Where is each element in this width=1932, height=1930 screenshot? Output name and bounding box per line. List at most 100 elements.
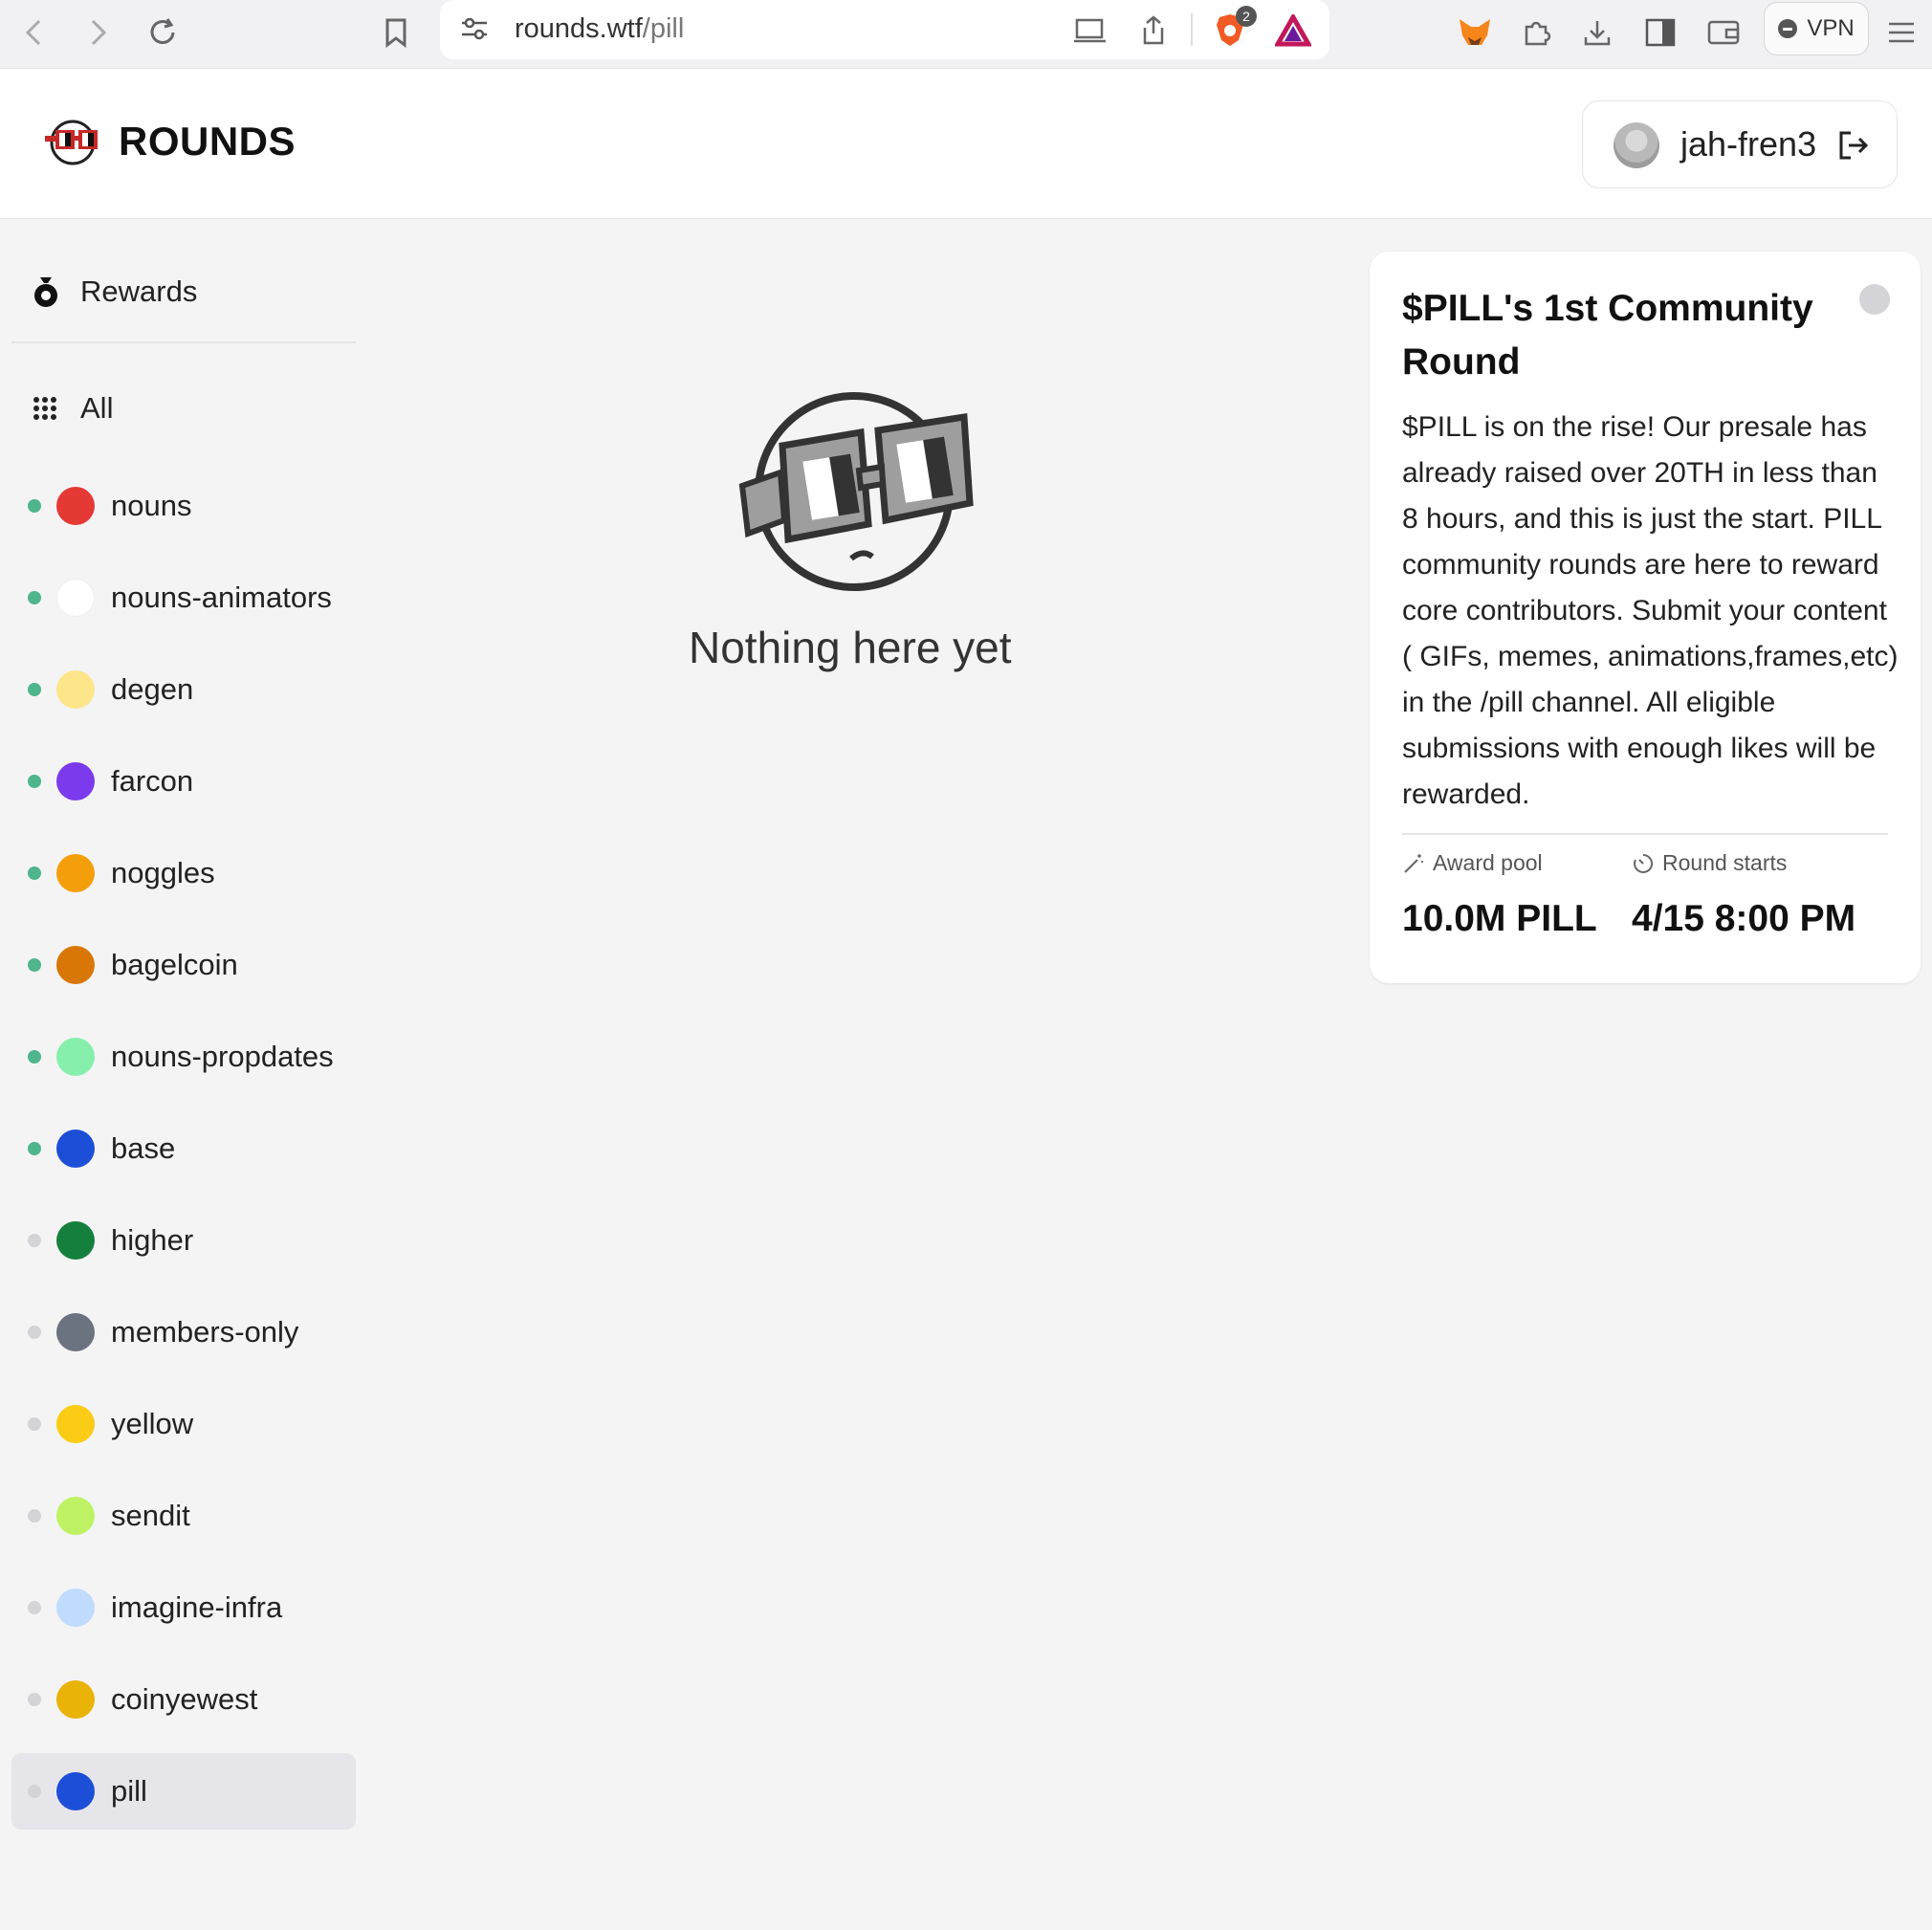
downloads-button[interactable] <box>1572 8 1622 57</box>
sidebar-item-imagine-infra[interactable]: imagine-infra <box>11 1569 356 1646</box>
status-dot <box>28 1050 41 1064</box>
status-dot <box>28 591 41 604</box>
back-button[interactable] <box>10 8 59 57</box>
sidebar-item-higher[interactable]: higher <box>11 1202 356 1279</box>
members-avatar-icon <box>56 1313 95 1351</box>
chevron-left-icon <box>25 19 41 46</box>
sidebar-item-nouns[interactable]: nouns <box>11 468 356 544</box>
address-bar[interactable]: rounds.wtf/pill 2 <box>440 0 1329 59</box>
sidebar-item-degen[interactable]: degen <box>11 651 356 728</box>
sidebar-item-pill[interactable]: pill <box>11 1753 356 1830</box>
sidebar-item-label: nouns-propdates <box>111 1040 334 1073</box>
card-divider <box>1402 833 1888 835</box>
shield-badge: 2 <box>1236 6 1257 27</box>
sidebar-item-label: nouns-animators <box>111 581 332 614</box>
award-pool-label: Award pool <box>1402 850 1543 876</box>
yellow-circle-icon <box>56 1405 95 1443</box>
sidebar-item-sendit[interactable]: sendit <box>11 1478 356 1554</box>
noggles-coin-icon <box>56 854 95 892</box>
sidebar-item-label: coinyewest <box>111 1682 258 1716</box>
status-dot <box>28 958 41 972</box>
sidebar-item-label: bagelcoin <box>111 948 238 981</box>
status-dot <box>28 1326 41 1339</box>
magic-wand-icon <box>1404 853 1423 873</box>
sidebar-item-coinyewest[interactable]: coinyewest <box>11 1661 356 1738</box>
sidebar-toggle-button[interactable] <box>1636 8 1685 57</box>
money-bag-icon <box>34 277 57 307</box>
status-dot <box>28 866 41 880</box>
sidebar-item-all[interactable]: All <box>33 391 113 426</box>
status-dot <box>28 1142 41 1155</box>
round-title: $PILL's 1st Community Round <box>1402 288 1813 383</box>
sidebar-item-label: farcon <box>111 764 194 798</box>
app-header: ROUNDS jah-fren3 <box>0 69 1932 219</box>
award-pool-label-text: Award pool <box>1433 850 1543 875</box>
user-account-button[interactable]: jah-fren3 <box>1582 100 1898 188</box>
menu-button[interactable] <box>1877 8 1926 57</box>
degen-hat-icon <box>56 670 95 709</box>
wallet-button[interactable] <box>1699 8 1748 57</box>
empty-state-message: Nothing here yet <box>689 623 1012 672</box>
url-path: /pill <box>642 13 685 44</box>
sidebar-panel-icon <box>1645 18 1676 47</box>
round-card[interactable]: $PILL's 1st Community Round $PILL is on … <box>1370 252 1921 983</box>
arrow-up-icon <box>56 1221 95 1260</box>
user-avatar <box>1614 122 1659 168</box>
rounds-logo[interactable] <box>42 119 103 166</box>
status-dot <box>28 1785 41 1798</box>
url-domain: rounds.wtf <box>515 13 643 44</box>
brave-rewards-icon[interactable] <box>1274 11 1312 50</box>
sidebar-item-label: Rewards <box>80 274 198 308</box>
wallet-icon <box>1707 20 1740 45</box>
base-circle-icon <box>56 1129 95 1168</box>
round-starts-label-text: Round starts <box>1662 850 1788 875</box>
reload-button[interactable] <box>138 8 187 57</box>
noggles-red-icon <box>56 487 95 525</box>
grid-icon <box>33 397 56 420</box>
sidebar-item-label: yellow <box>111 1407 194 1440</box>
sidebar-item-nouns-animators[interactable]: nouns-animators <box>11 559 356 636</box>
timer-icon <box>1634 853 1654 873</box>
sidebar-item-farcon[interactable]: farcon <box>11 743 356 820</box>
sidebar-item-label: pill <box>111 1774 147 1808</box>
brave-shield-icon[interactable]: 2 <box>1211 6 1257 50</box>
sidebar-item-nouns-propdates[interactable]: nouns-propdates <box>11 1019 356 1095</box>
round-starts-label: Round starts <box>1632 850 1787 876</box>
sidebar-item-bagelcoin[interactable]: bagelcoin <box>11 927 356 1003</box>
sidebar-item-label: noggles <box>111 856 215 889</box>
status-dot <box>28 499 41 513</box>
nouns-animators-logo-icon <box>56 579 95 617</box>
url-text[interactable]: rounds.wtf/pill <box>515 13 684 45</box>
vpn-status-icon <box>1778 19 1798 38</box>
status-dot <box>28 1693 41 1706</box>
site-settings-icon[interactable] <box>459 13 490 44</box>
sidebar: Rewards All nouns nouns-animators degen far… <box>11 219 356 1930</box>
bookmark-button[interactable] <box>371 8 421 57</box>
username: jah-fren3 <box>1680 124 1817 164</box>
sidebar-item-label: All <box>80 391 114 425</box>
round-description: $PILL is on the rise! Our presale has al… <box>1402 411 1899 810</box>
sidebar-item-label: degen <box>111 672 194 706</box>
extensions-button[interactable] <box>1511 8 1561 57</box>
vpn-label: VPN <box>1807 15 1855 41</box>
vpn-button[interactable]: VPN <box>1764 2 1869 55</box>
sidebar-item-rewards[interactable]: Rewards <box>31 269 197 315</box>
status-dot <box>28 683 41 696</box>
metamask-extension-button[interactable] <box>1450 8 1500 57</box>
sidebar-item-base[interactable]: base <box>11 1110 356 1187</box>
brand-name[interactable]: ROUNDS <box>119 119 296 164</box>
sendit-arrow-icon <box>56 1497 95 1535</box>
install-app-icon[interactable] <box>1071 11 1109 50</box>
pill-icon <box>56 1772 95 1810</box>
round-status-dot <box>1859 284 1890 315</box>
sidebar-item-label: nouns <box>111 489 192 522</box>
share-icon[interactable] <box>1134 11 1173 50</box>
imagine-infra-icon <box>56 1589 95 1627</box>
sidebar-item-label: base <box>111 1131 176 1165</box>
status-dot <box>28 1509 41 1523</box>
sidebar-item-members-only[interactable]: members-only <box>11 1294 356 1371</box>
logout-icon[interactable] <box>1835 128 1870 163</box>
forward-button[interactable] <box>73 8 122 57</box>
sidebar-item-noggles[interactable]: noggles <box>11 835 356 911</box>
sidebar-item-yellow[interactable]: yellow <box>11 1386 356 1462</box>
